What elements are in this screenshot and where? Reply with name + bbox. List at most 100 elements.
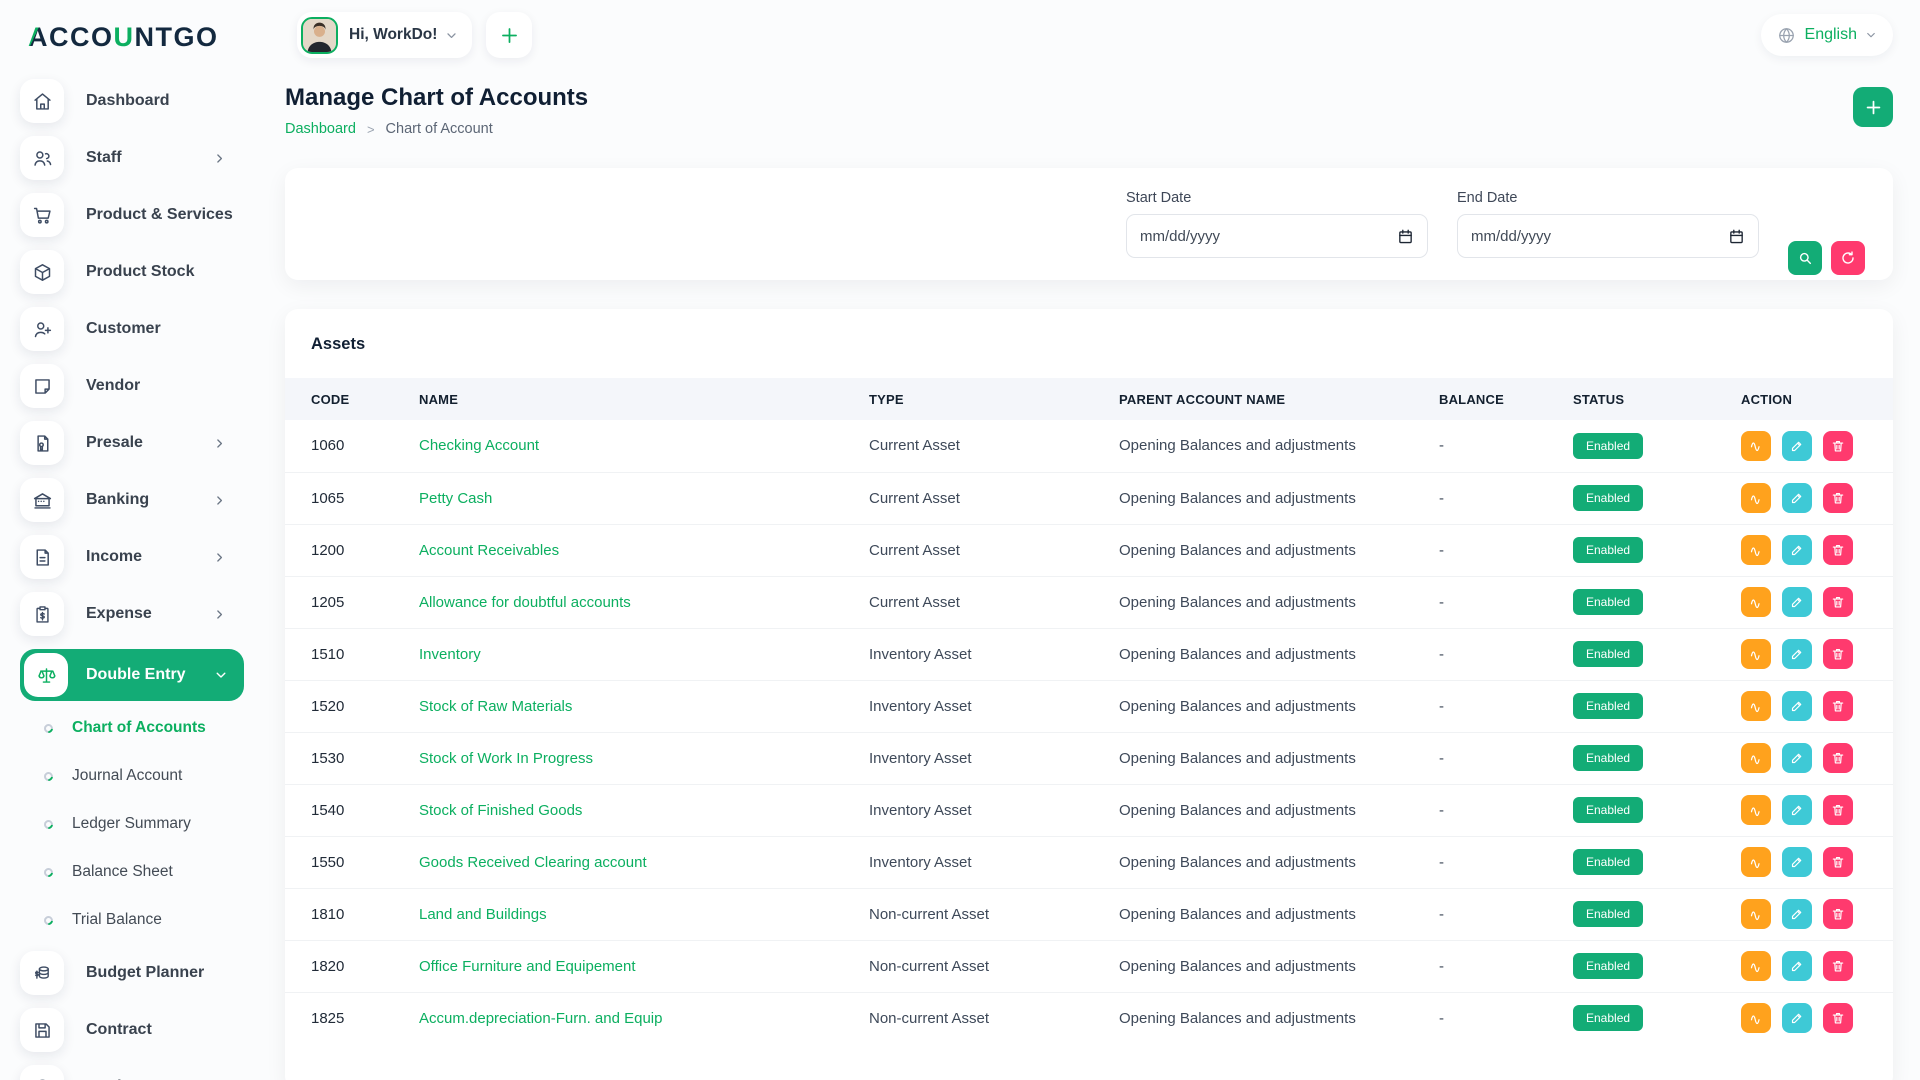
edit-button[interactable] (1782, 847, 1813, 877)
delete-button[interactable] (1823, 1003, 1854, 1034)
quick-add-button[interactable] (486, 12, 533, 58)
sidebar-item-vendor[interactable]: Vendor (20, 364, 252, 408)
sidebar-item-presale[interactable]: Presale (20, 421, 252, 465)
account-code: 1550 (285, 836, 419, 889)
end-date-group: End Date (1457, 190, 1759, 258)
sidebar-item-staff[interactable]: Staff (20, 136, 252, 180)
sidebar-subitem-ledger-summary[interactable]: Ledger Summary (20, 807, 252, 841)
edit-button[interactable] (1782, 430, 1813, 461)
column-status: STATUS (1573, 378, 1741, 420)
sidebar-subitem-journal-account[interactable]: Journal Account (20, 759, 252, 793)
search-button[interactable] (1788, 241, 1822, 275)
pencil-icon (1790, 1011, 1804, 1025)
account-name-link[interactable]: Stock of Finished Goods (419, 802, 582, 819)
delete-button[interactable] (1823, 691, 1854, 721)
delete-button[interactable] (1823, 951, 1854, 981)
pencil-icon (1790, 699, 1804, 713)
account-balance: - (1439, 628, 1573, 681)
column-parent: PARENT ACCOUNT NAME (1119, 378, 1439, 420)
column-name: NAME (419, 378, 869, 420)
calendar-icon[interactable] (1728, 228, 1745, 245)
sidebar-subitem-trial-balance[interactable]: Trial Balance (20, 903, 252, 937)
account-name-link[interactable]: Office Furniture and Equipement (419, 958, 636, 975)
transactions-button[interactable] (1741, 847, 1771, 877)
language-selector[interactable]: English (1760, 14, 1893, 56)
user-menu[interactable]: Hi, WorkDo! (297, 12, 473, 58)
transactions-button[interactable] (1741, 483, 1771, 513)
end-date-field[interactable] (1457, 214, 1759, 258)
create-account-button[interactable] (1853, 87, 1893, 127)
delete-button[interactable] (1823, 535, 1854, 565)
delete-button[interactable] (1823, 483, 1854, 513)
edit-button[interactable] (1782, 587, 1813, 617)
sidebar-item-customer[interactable]: Customer (20, 307, 252, 351)
delete-button[interactable] (1823, 430, 1854, 461)
cart-icon (20, 193, 64, 237)
table-row: 1820 Office Furniture and Equipement Non… (285, 940, 1893, 993)
edit-button[interactable] (1782, 951, 1813, 981)
transactions-button[interactable] (1741, 535, 1771, 565)
sidebar-item-contract[interactable]: Contract (20, 1008, 252, 1052)
sidebar-item-banking[interactable]: Banking (20, 478, 252, 522)
table-row: 1825 Accum.depreciation-Furn. and Equip … (285, 992, 1893, 1044)
account-balance: - (1439, 836, 1573, 889)
edit-button[interactable] (1782, 743, 1813, 773)
trash-icon (1831, 1011, 1845, 1025)
sidebar-item-product-stock[interactable]: Product Stock (20, 250, 252, 294)
account-name-link[interactable]: Accum.depreciation-Furn. and Equip (419, 1010, 662, 1027)
transactions-button[interactable] (1741, 1003, 1771, 1034)
edit-button[interactable] (1782, 1003, 1813, 1034)
edit-button[interactable] (1782, 899, 1813, 929)
account-name-link[interactable]: Stock of Work In Progress (419, 750, 593, 767)
sidebar-item-expense[interactable]: Expense (20, 592, 252, 636)
transactions-button[interactable] (1741, 743, 1771, 773)
breadcrumb-dashboard-link[interactable]: Dashboard (285, 121, 356, 137)
start-date-field[interactable] (1126, 214, 1428, 258)
edit-button[interactable] (1782, 483, 1813, 513)
bullet-icon (42, 721, 55, 735)
transactions-button[interactable] (1741, 691, 1771, 721)
sidebar-item-product-services[interactable]: Product & Services (20, 193, 252, 237)
account-name-link[interactable]: Account Receivables (419, 542, 559, 559)
delete-button[interactable] (1823, 743, 1854, 773)
sidebar-item-budget-planner[interactable]: Budget Planner (20, 951, 252, 995)
sidebar-item-double-entry[interactable]: Double Entry (20, 649, 244, 701)
edit-button[interactable] (1782, 795, 1813, 825)
edit-button[interactable] (1782, 535, 1813, 565)
delete-button[interactable] (1823, 847, 1854, 877)
bank-icon (20, 478, 64, 522)
transactions-button[interactable] (1741, 587, 1771, 617)
transactions-button[interactable] (1741, 795, 1771, 825)
account-name-link[interactable]: Stock of Raw Materials (419, 698, 572, 715)
account-name-link[interactable]: Goods Received Clearing account (419, 854, 647, 871)
delete-button[interactable] (1823, 899, 1854, 929)
delete-button[interactable] (1823, 639, 1854, 669)
transactions-button[interactable] (1741, 951, 1771, 981)
transactions-button[interactable] (1741, 639, 1771, 669)
pencil-icon (1790, 595, 1804, 609)
account-code: 1540 (285, 784, 419, 837)
account-name-link[interactable]: Checking Account (419, 437, 539, 454)
calendar-icon[interactable] (1397, 228, 1414, 245)
delete-button[interactable] (1823, 587, 1854, 617)
account-name-link[interactable]: Petty Cash (419, 490, 492, 507)
start-date-input[interactable] (1140, 227, 1397, 245)
sidebar-item-dashboard[interactable]: Dashboard (20, 79, 252, 123)
breadcrumb: Dashboard > Chart of Account (285, 121, 588, 137)
sidebar-item-goal[interactable]: Goal (20, 1065, 252, 1080)
sidebar-subitem-balance-sheet[interactable]: Balance Sheet (20, 855, 252, 889)
table-row: 1060 Checking Account Current Asset Open… (285, 420, 1893, 473)
end-date-input[interactable] (1471, 227, 1728, 245)
account-code: 1060 (285, 420, 419, 473)
delete-button[interactable] (1823, 795, 1854, 825)
edit-button[interactable] (1782, 639, 1813, 669)
edit-button[interactable] (1782, 691, 1813, 721)
transactions-button[interactable] (1741, 430, 1771, 461)
account-name-link[interactable]: Land and Buildings (419, 906, 547, 923)
reset-button[interactable] (1831, 241, 1865, 275)
transactions-button[interactable] (1741, 899, 1771, 929)
account-name-link[interactable]: Inventory (419, 646, 481, 663)
sidebar-subitem-chart-of-accounts[interactable]: Chart of Accounts (20, 711, 252, 745)
account-name-link[interactable]: Allowance for doubtful accounts (419, 594, 631, 611)
sidebar-item-income[interactable]: Income (20, 535, 252, 579)
